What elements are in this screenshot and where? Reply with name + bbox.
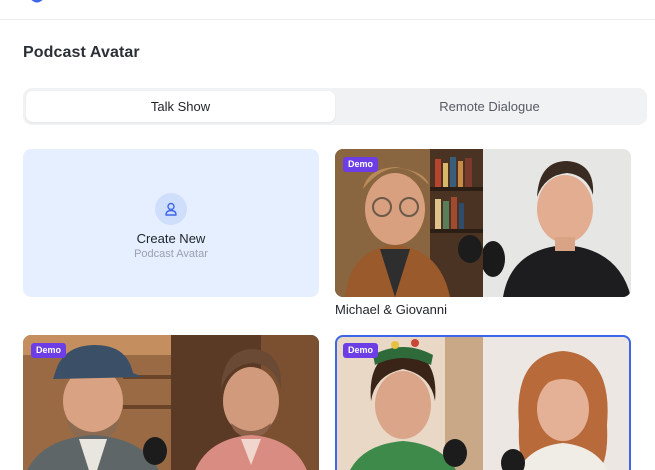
create-new-card[interactable]: Create New Podcast Avatar xyxy=(23,149,319,297)
avatar-image-right xyxy=(483,149,631,297)
create-new-subtitle: Podcast Avatar xyxy=(134,248,208,260)
page-title: Podcast Avatar xyxy=(23,44,140,61)
avatar-card-label: Michael & Giovanni xyxy=(335,302,447,317)
avatar-card-3[interactable]: Demo xyxy=(335,335,631,470)
create-new-title: Create New xyxy=(136,231,206,246)
person-icon xyxy=(155,193,187,225)
demo-badge: Demo xyxy=(31,343,67,358)
tab-talk-show[interactable]: Talk Show xyxy=(26,91,335,122)
tab-remote-dialogue[interactable]: Remote Dialogue xyxy=(335,91,644,122)
avatar-card-2[interactable]: Demo xyxy=(23,335,319,470)
demo-badge: Demo xyxy=(343,157,379,172)
avatar-card-michael-giovanni[interactable]: Demo xyxy=(335,149,631,297)
demo-badge: Demo xyxy=(343,343,379,358)
logo-icon xyxy=(31,0,43,3)
avatar-image-right xyxy=(171,335,319,470)
tab-bar: Talk Show Remote Dialogue xyxy=(23,88,647,125)
top-bar xyxy=(0,0,655,20)
avatar-image-right xyxy=(483,335,631,470)
